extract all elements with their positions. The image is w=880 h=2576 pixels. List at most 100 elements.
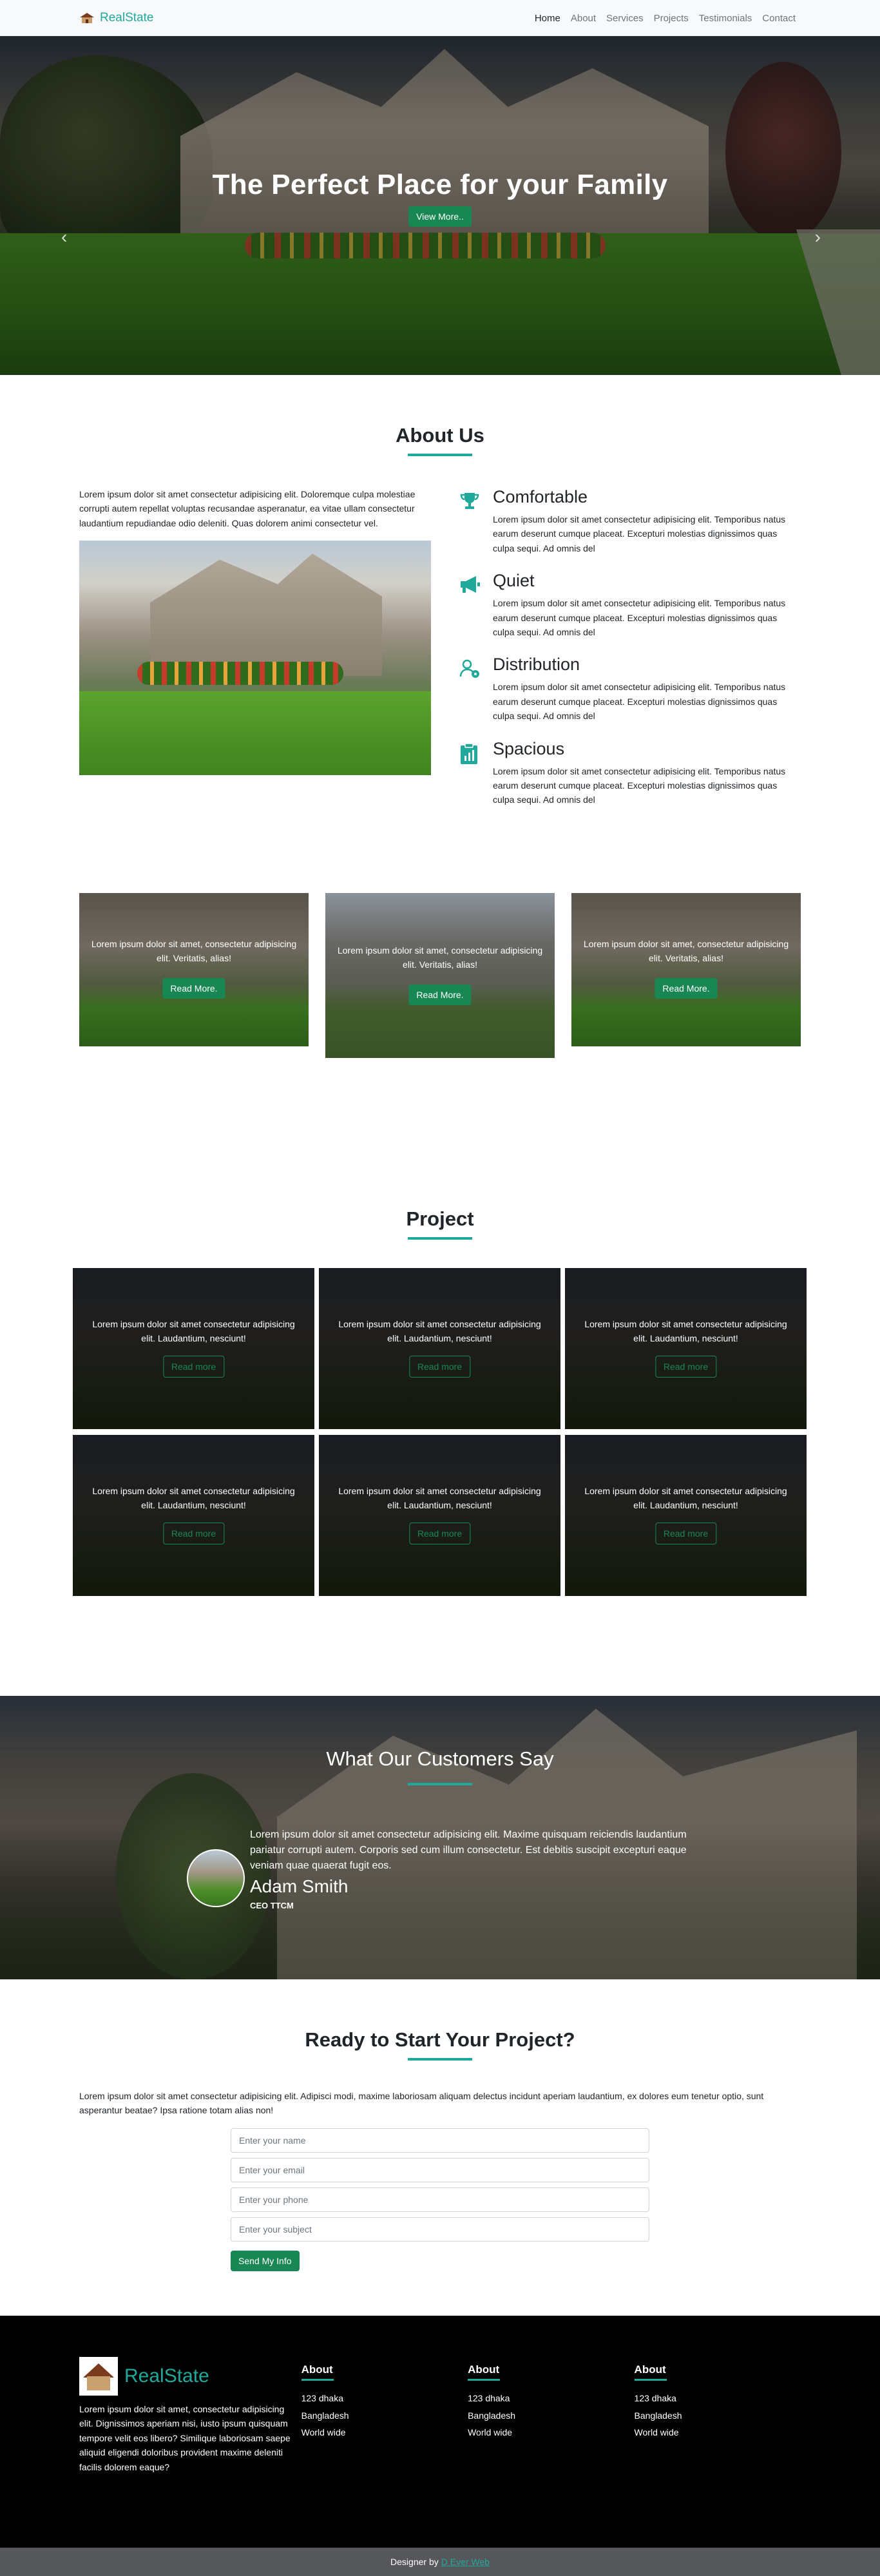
- nav-home[interactable]: Home: [530, 13, 566, 24]
- title-underline: [468, 2379, 501, 2381]
- contact-section: Ready to Start Your Project? Lorem ipsum…: [0, 1979, 880, 2316]
- footer-item: 123 dhaka: [634, 2393, 676, 2403]
- read-more-button[interactable]: Read more: [655, 1523, 717, 1544]
- read-more-button[interactable]: Read More.: [408, 985, 472, 1005]
- customer-role: CEO TTCM: [250, 1901, 294, 1910]
- read-more-button[interactable]: Read more: [408, 1523, 471, 1544]
- credit-text: Designer by: [390, 2557, 439, 2567]
- email-input[interactable]: Enter your email: [231, 2157, 649, 2182]
- project-text: Lorem ipsum dolor sit amet consectetur a…: [338, 1319, 541, 1344]
- project-card: Lorem ipsum dolor sit amet consectetur a…: [565, 1435, 807, 1596]
- credit-link[interactable]: D Ever Web: [441, 2557, 490, 2567]
- title-underline: [408, 2058, 472, 2061]
- project-card: Lorem ipsum dolor sit amet consectetur a…: [565, 1268, 807, 1429]
- title-underline: [301, 2379, 334, 2381]
- project-section: Project Lorem ipsum dolor sit amet conse…: [0, 1207, 880, 1696]
- footer-item: 123 dhaka: [468, 2393, 510, 2403]
- feature-text: Lorem ipsum dolor sit amet consectetur a…: [493, 514, 786, 553]
- project-title: Project: [406, 1207, 474, 1230]
- project-card: Lorem ipsum dolor sit amet consectetur a…: [73, 1435, 314, 1596]
- feature-spacious: Spacious Lorem ipsum dolor sit amet cons…: [459, 739, 801, 807]
- feature-distribution: Distribution Lorem ipsum dolor sit amet …: [459, 655, 801, 723]
- user-gear-icon: [459, 655, 493, 723]
- feature-title: Spacious: [493, 738, 565, 758]
- footer-item: World wide: [634, 2427, 679, 2438]
- project-text: Lorem ipsum dolor sit amet consectetur a…: [584, 1486, 787, 1511]
- brand[interactable]: RealState: [79, 11, 153, 25]
- carousel-next-icon[interactable]: ›: [815, 227, 821, 247]
- feature-comfortable: Comfortable Lorem ipsum dolor sit amet c…: [459, 487, 801, 555]
- project-text: Lorem ipsum dolor sit amet consectetur a…: [92, 1486, 295, 1511]
- read-more-button[interactable]: Read More.: [655, 978, 718, 999]
- project-text: Lorem ipsum dolor sit amet consectetur a…: [92, 1319, 295, 1344]
- house-logo-icon: [79, 2357, 118, 2396]
- quote-text: Lorem ipsum dolor sit amet consectetur a…: [250, 1829, 687, 1871]
- feature-title: Distribution: [493, 655, 580, 675]
- hero-title: The Perfect Place for your Family: [212, 169, 668, 200]
- footer-column-title: About: [468, 2363, 500, 2376]
- contact-lead: Lorem ipsum dolor sit amet consectetur a…: [79, 2091, 764, 2116]
- read-more-button[interactable]: Read more: [162, 1356, 225, 1378]
- testimonial-title: What Our Customers Say: [326, 1747, 554, 1770]
- phone-input[interactable]: Enter your phone: [231, 2187, 649, 2212]
- send-info-button[interactable]: Send My Info: [231, 2250, 300, 2271]
- read-more-button[interactable]: Read More.: [162, 978, 225, 999]
- feature-title: Comfortable: [493, 487, 588, 506]
- feature-title: Quiet: [493, 571, 535, 591]
- clipboard-chart-icon: [459, 739, 493, 807]
- name-input[interactable]: Enter your name: [231, 2128, 649, 2153]
- title-underline: [408, 1783, 472, 1785]
- footer-column: About 123 dhaka Bangladesh World wide: [301, 2357, 468, 2474]
- service-image: [79, 893, 309, 1046]
- trophy-icon: [459, 487, 493, 555]
- footer: RealState Lorem ipsum dolor sit amet, co…: [0, 2316, 880, 2548]
- feature-text: Lorem ipsum dolor sit amet consectetur a…: [493, 765, 786, 805]
- nav-menu: Home About Services Projects Testimonial…: [530, 13, 801, 24]
- feature-quiet: Quiet Lorem ipsum dolor sit amet consect…: [459, 571, 801, 639]
- view-more-button[interactable]: View More..: [408, 206, 472, 227]
- about-house-image: [79, 541, 431, 776]
- service-text: Lorem ipsum dolor sit amet, consectetur …: [583, 939, 789, 964]
- nav-testimonials[interactable]: Testimonials: [694, 13, 758, 24]
- footer-item: World wide: [301, 2427, 346, 2438]
- title-underline: [408, 454, 472, 456]
- footer-item: World wide: [468, 2427, 513, 2438]
- copyright-bar: Designer by D Ever Web: [0, 2548, 880, 2576]
- nav-about[interactable]: About: [566, 13, 601, 24]
- service-image: [571, 893, 801, 1046]
- navbar: RealState Home About Services Projects T…: [0, 0, 880, 36]
- service-text: Lorem ipsum dolor sit amet, consectetur …: [91, 939, 297, 964]
- project-card: Lorem ipsum dolor sit amet consectetur a…: [319, 1268, 560, 1429]
- service-card: Lorem ipsum dolor sit amet, consectetur …: [571, 893, 801, 1046]
- feature-text: Lorem ipsum dolor sit amet consectetur a…: [493, 682, 786, 722]
- read-more-button[interactable]: Read more: [162, 1523, 225, 1544]
- read-more-button[interactable]: Read more: [655, 1356, 717, 1378]
- project-text: Lorem ipsum dolor sit amet consectetur a…: [338, 1486, 541, 1511]
- project-text: Lorem ipsum dolor sit amet consectetur a…: [584, 1319, 787, 1344]
- footer-item: Bangladesh: [468, 2410, 516, 2421]
- project-card: Lorem ipsum dolor sit amet consectetur a…: [319, 1435, 560, 1596]
- footer-item: 123 dhaka: [301, 2393, 344, 2403]
- hero-carousel: ‹ › The Perfect Place for your Family Vi…: [0, 36, 880, 375]
- subject-input[interactable]: Enter your subject: [231, 2216, 649, 2242]
- service-image: [325, 893, 555, 1058]
- hero-caption: The Perfect Place for your Family View M…: [0, 169, 880, 227]
- service-text: Lorem ipsum dolor sit amet, consectetur …: [337, 945, 543, 970]
- project-card: Lorem ipsum dolor sit amet consectetur a…: [73, 1268, 314, 1429]
- nav-contact[interactable]: Contact: [757, 13, 801, 24]
- service-card: Lorem ipsum dolor sit amet, consectetur …: [325, 893, 555, 1058]
- nav-projects[interactable]: Projects: [649, 13, 694, 24]
- read-more-button[interactable]: Read more: [408, 1356, 471, 1378]
- footer-column-title: About: [634, 2363, 666, 2376]
- title-underline: [408, 1237, 472, 1240]
- footer-column-title: About: [301, 2363, 333, 2376]
- megaphone-icon: [459, 571, 493, 639]
- nav-services[interactable]: Services: [601, 13, 649, 24]
- about-intro: Lorem ipsum dolor sit amet consectetur a…: [79, 489, 416, 528]
- footer-column: About 123 dhaka Bangladesh World wide: [468, 2357, 634, 2474]
- about-section: About Us Lorem ipsum dolor sit amet cons…: [0, 375, 880, 865]
- customer-name: Adam Smith: [250, 1876, 349, 1896]
- contact-form: Enter your name Enter your email Enter y…: [231, 2128, 649, 2271]
- brand-name: RealState: [100, 11, 154, 24]
- carousel-prev-icon[interactable]: ‹: [61, 227, 67, 247]
